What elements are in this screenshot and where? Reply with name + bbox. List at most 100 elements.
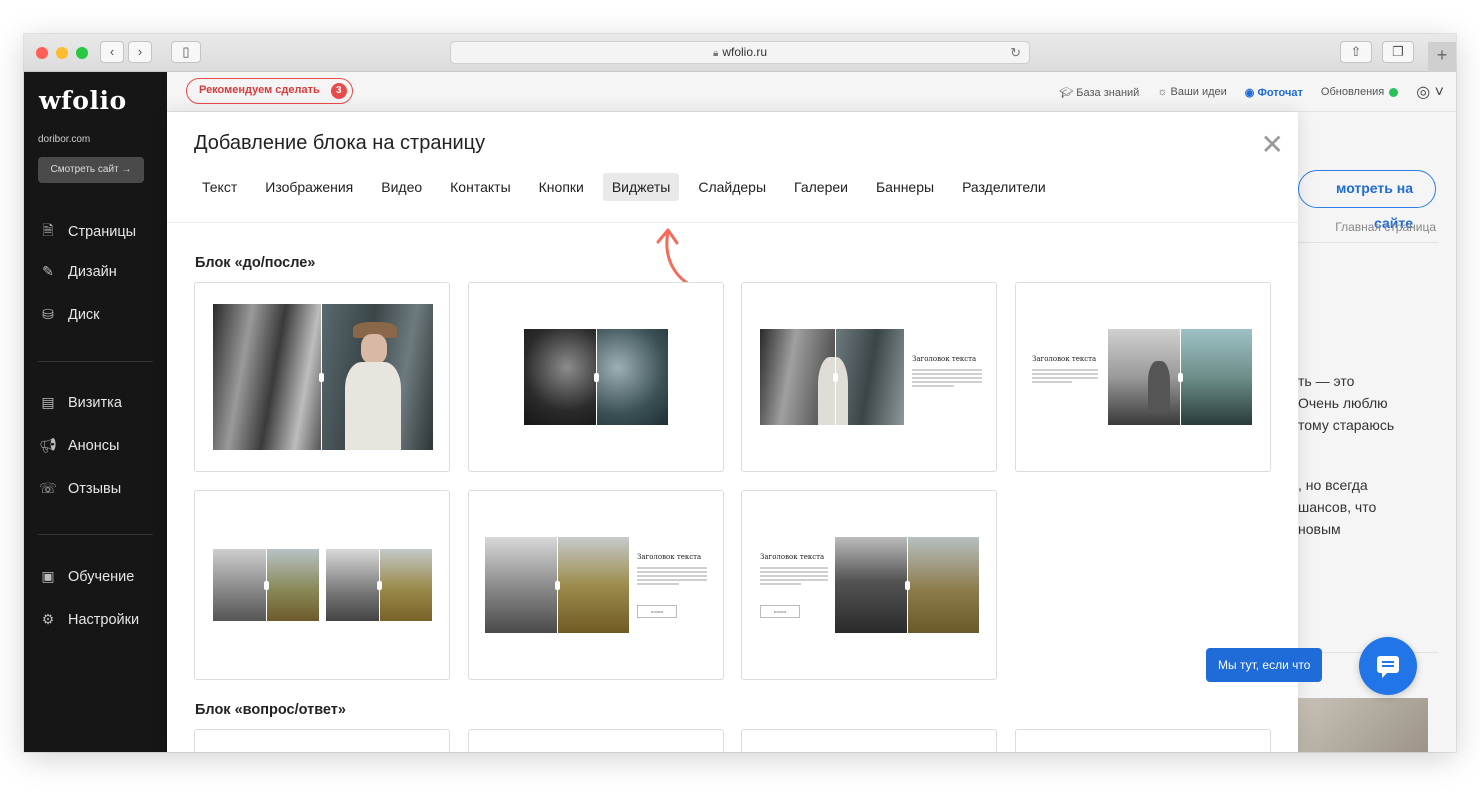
block-preview-card[interactable] bbox=[194, 729, 450, 752]
background-text: ть — это Очень люблю тому стараюсь bbox=[1298, 373, 1395, 433]
block-preview-card[interactable] bbox=[194, 282, 450, 472]
recommend-button[interactable]: Рекомендуем сделать 3 bbox=[186, 78, 353, 104]
block-preview-card[interactable] bbox=[1015, 729, 1271, 752]
back-button[interactable]: ‹ bbox=[100, 41, 124, 63]
sidebar-item-design[interactable]: ✎ Дизайн bbox=[38, 263, 117, 280]
sidebar-item-label: Диск bbox=[68, 306, 100, 323]
chat-invite-label[interactable]: Мы тут, если что bbox=[1206, 648, 1323, 682]
sidebar-divider bbox=[38, 361, 153, 362]
tab-text[interactable]: Текст bbox=[193, 173, 246, 201]
see-on-site-button[interactable]: мотреть на сайте bbox=[1298, 170, 1436, 231]
preview-text-lines bbox=[912, 369, 982, 389]
tab-buttons[interactable]: Кнопки bbox=[530, 173, 593, 201]
tab-dividers[interactable]: Разделители bbox=[953, 173, 1055, 201]
card-icon: ▤ bbox=[41, 394, 55, 410]
graduation-cap-icon: 🎓︎ bbox=[1059, 86, 1074, 99]
block-preview-card[interactable] bbox=[194, 490, 450, 680]
url-text: wfolio.ru bbox=[722, 45, 767, 59]
preview-heading: Заголовок текста bbox=[912, 355, 977, 363]
sidebar-item-pages[interactable]: 🗎 Страницы bbox=[38, 220, 136, 244]
knowledge-base-link[interactable]: 🎓︎ База знаний bbox=[1059, 86, 1139, 99]
tab-video[interactable]: Видео bbox=[372, 173, 431, 201]
tab-galleries[interactable]: Галереи bbox=[785, 173, 857, 201]
recommend-label: Рекомендуем сделать bbox=[199, 84, 320, 96]
ideas-label: Ваши идеи bbox=[1170, 86, 1227, 98]
minimize-window-button[interactable] bbox=[56, 47, 68, 59]
megaphone-icon: 📢︎ bbox=[39, 437, 57, 453]
section-title-faq: Блок «вопрос/ответ» bbox=[195, 702, 346, 718]
sidebar-item-disk[interactable]: ⛁ Диск bbox=[38, 306, 100, 323]
preview-button: кнопка bbox=[760, 605, 800, 618]
preview-text-lines bbox=[637, 567, 707, 587]
sidebar-item-learning[interactable]: ▣ Обучение bbox=[38, 568, 134, 585]
browser-toolbar: ‹ › ▯ 🔒︎ wfolio.ru ↻ ⇧ ❐ + bbox=[24, 34, 1456, 72]
new-tab-button[interactable]: + bbox=[1428, 42, 1456, 72]
sidebar-item-card[interactable]: ▤ Визитка bbox=[38, 394, 122, 411]
sidebar-item-label: Отзывы bbox=[68, 480, 122, 497]
status-dot bbox=[1389, 87, 1399, 97]
sidebar-item-reviews[interactable]: ☏ Отзывы bbox=[38, 480, 121, 497]
breadcrumb[interactable]: Главная страница bbox=[1335, 220, 1436, 234]
gear-icon: ⚙ bbox=[41, 611, 55, 627]
block-type-tabs: Текст Изображения Видео Контакты Кнопки … bbox=[193, 173, 1065, 201]
tab-sliders[interactable]: Слайдеры bbox=[689, 173, 775, 201]
before-after-preview bbox=[213, 304, 433, 450]
lightbulb-icon: ☼ bbox=[1157, 86, 1168, 98]
block-preview-card[interactable]: Заголовок текста кнопка bbox=[468, 490, 724, 680]
close-icon[interactable]: ✕ bbox=[1261, 128, 1284, 161]
sidebar-item-label: Визитка bbox=[68, 394, 122, 411]
section-title-before-after: Блок «до/после» bbox=[195, 255, 316, 271]
sidebar-item-label: Обучение bbox=[68, 568, 135, 585]
modal-divider bbox=[167, 222, 1298, 223]
sidebar-item-label: Страницы bbox=[68, 224, 137, 240]
forward-button[interactable]: › bbox=[128, 41, 152, 63]
address-bar[interactable]: 🔒︎ wfolio.ru ↻ bbox=[450, 41, 1030, 64]
preview-text-lines bbox=[1032, 369, 1098, 385]
photochat-link[interactable]: ◉ Фоточат bbox=[1245, 86, 1303, 99]
block-preview-card[interactable] bbox=[741, 729, 997, 752]
sidebar-item-announcements[interactable]: 📢︎ Анонсы bbox=[38, 437, 119, 454]
sidebar-item-label: Анонсы bbox=[68, 437, 120, 454]
block-preview-card[interactable] bbox=[468, 282, 724, 472]
before-after-preview bbox=[760, 329, 904, 425]
sidebar-toggle-icon[interactable]: ▯ bbox=[171, 41, 201, 63]
updates-link[interactable]: Обновления bbox=[1321, 86, 1399, 98]
site-domain: doribor.com bbox=[38, 134, 91, 145]
tab-banners[interactable]: Баннеры bbox=[867, 173, 943, 201]
reload-icon[interactable]: ↻ bbox=[1010, 42, 1021, 63]
preview-heading: Заголовок текста bbox=[760, 553, 825, 561]
close-window-button[interactable] bbox=[36, 47, 48, 59]
photochat-label: Фоточат bbox=[1257, 86, 1303, 99]
tab-widgets[interactable]: Виджеты bbox=[602, 173, 680, 201]
background-text: , но всегда шансов, что новым bbox=[1298, 477, 1377, 537]
browser-window: ‹ › ▯ 🔒︎ wfolio.ru ↻ ⇧ ❐ + wfolio doribor… bbox=[24, 34, 1456, 752]
lock-icon: 🔒︎ bbox=[712, 48, 719, 59]
share-icon[interactable]: ⇧ bbox=[1340, 41, 1372, 63]
user-menu-icon[interactable]: ◎ ˅ bbox=[1416, 82, 1444, 102]
sidebar-item-settings[interactable]: ⚙ Настройки bbox=[38, 611, 139, 628]
knowledge-base-label: База знаний bbox=[1076, 86, 1140, 99]
database-icon: ⛁ bbox=[42, 306, 54, 322]
chat-icon: ☏ bbox=[39, 480, 57, 496]
tab-contacts[interactable]: Контакты bbox=[441, 173, 519, 201]
tab-images[interactable]: Изображения bbox=[256, 173, 362, 201]
block-preview-card[interactable]: Заголовок текста bbox=[1015, 282, 1271, 472]
logo[interactable]: wfolio bbox=[39, 86, 127, 115]
block-preview-card[interactable]: Заголовок текста кнопка bbox=[741, 490, 997, 680]
ideas-link[interactable]: ☼ Ваши идеи bbox=[1157, 86, 1226, 98]
background-photo bbox=[1298, 698, 1428, 752]
tabs-overview-icon[interactable]: ❐ bbox=[1382, 41, 1414, 63]
preview-heading: Заголовок текста bbox=[637, 553, 702, 561]
add-block-modal: Добавление блока на страницу ✕ Текст Изо… bbox=[167, 112, 1298, 752]
recommend-count-badge: 3 bbox=[330, 83, 347, 99]
chat-button[interactable] bbox=[1359, 637, 1417, 695]
before-after-preview bbox=[835, 537, 979, 633]
chat-bubble-icon bbox=[1377, 656, 1399, 678]
divider bbox=[1298, 242, 1438, 243]
before-after-preview bbox=[213, 549, 319, 621]
preview-button: кнопка bbox=[637, 605, 677, 618]
zoom-window-button[interactable] bbox=[76, 47, 88, 59]
block-preview-card[interactable]: Заголовок текста bbox=[741, 282, 997, 472]
block-preview-card[interactable] bbox=[468, 729, 724, 752]
view-site-button[interactable]: Смотреть сайт → bbox=[38, 157, 144, 183]
